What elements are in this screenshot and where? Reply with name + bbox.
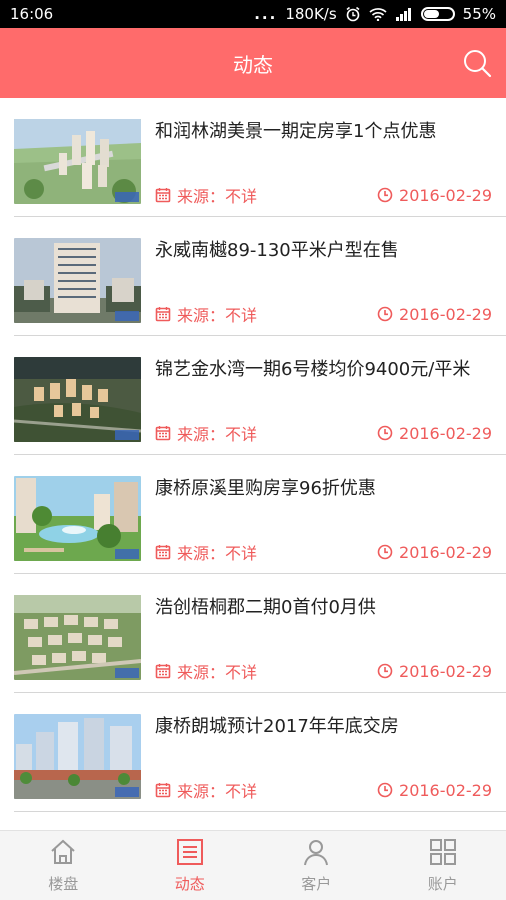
status-bar: 16:06 ... 180K/s 55% xyxy=(0,0,506,28)
clock-icon xyxy=(377,544,393,560)
news-source-text: 来源：不详 xyxy=(177,187,258,206)
news-item[interactable]: 康桥原溪里购房享96折优惠 来源：不详 2016-02-29 xyxy=(14,455,506,574)
news-date: 2016-02-29 xyxy=(377,660,492,682)
app-header: 动态 xyxy=(0,28,506,98)
tab-list[interactable]: 动态 xyxy=(127,831,254,900)
net-speed: 180K/s xyxy=(285,5,337,23)
tab-person[interactable]: 客户 xyxy=(253,831,380,900)
news-thumbnail xyxy=(14,595,141,680)
news-date-text: 2016-02-29 xyxy=(399,542,492,562)
status-right: ... 180K/s 55% xyxy=(254,5,496,23)
news-thumbnail xyxy=(14,238,141,323)
bottom-tab-bar: 楼盘 动态 客户 账户 xyxy=(0,830,506,900)
news-source-text: 来源：不详 xyxy=(177,306,258,325)
news-date: 2016-02-29 xyxy=(377,422,492,444)
news-title: 浩创梧桐郡二期0首付0月供 xyxy=(155,597,376,618)
news-source: 来源：不详 xyxy=(155,660,257,682)
tab-label: 动态 xyxy=(174,875,205,893)
calendar-icon xyxy=(155,307,171,322)
news-source-text: 来源：不详 xyxy=(177,782,258,801)
calendar-icon xyxy=(155,664,171,679)
grid-icon xyxy=(428,837,458,871)
news-list: 和润林湖美景一期定房享1个点优惠 来源：不详 2016-02-29 永威南樾89… xyxy=(0,98,506,830)
clock-icon xyxy=(377,663,393,679)
signal-dots: ... xyxy=(254,5,278,23)
search-icon[interactable] xyxy=(462,48,492,78)
news-title: 锦艺金水湾一期6号楼均价9400元/平米 xyxy=(155,359,471,380)
news-title: 和润林湖美景一期定房享1个点优惠 xyxy=(155,121,437,142)
alarm-icon xyxy=(346,6,360,22)
wifi-icon xyxy=(369,8,387,21)
news-date: 2016-02-29 xyxy=(377,184,492,206)
news-source: 来源：不详 xyxy=(155,422,257,444)
news-thumbnail xyxy=(14,714,141,799)
calendar-icon xyxy=(155,426,171,441)
list-icon xyxy=(175,837,205,871)
page-title: 动态 xyxy=(233,52,273,77)
tab-label: 客户 xyxy=(301,875,332,893)
house-icon xyxy=(48,837,78,871)
news-title: 永威南樾89-130平米户型在售 xyxy=(155,240,399,261)
tab-grid[interactable]: 账户 xyxy=(380,831,506,900)
news-source: 来源：不详 xyxy=(155,541,257,563)
news-date-text: 2016-02-29 xyxy=(399,304,492,324)
news-source: 来源：不详 xyxy=(155,303,257,325)
news-thumbnail xyxy=(14,476,141,561)
news-source-text: 来源：不详 xyxy=(177,425,258,444)
news-item[interactable]: 浩创梧桐郡二期0首付0月供 来源：不详 2016-02-29 xyxy=(14,574,506,693)
battery-percent: 55% xyxy=(462,5,496,23)
news-thumbnail xyxy=(14,119,141,204)
person-icon xyxy=(301,837,331,871)
tab-house[interactable]: 楼盘 xyxy=(0,831,127,900)
battery-icon xyxy=(420,7,455,21)
status-time: 16:06 xyxy=(10,5,54,23)
news-date: 2016-02-29 xyxy=(377,303,492,325)
news-item[interactable]: 锦艺金水湾一期6号楼均价9400元/平米 来源：不详 2016-02-29 xyxy=(14,336,506,455)
news-source-text: 来源：不详 xyxy=(177,663,258,682)
news-item[interactable]: 永威南樾89-130平米户型在售 来源：不详 2016-02-29 xyxy=(14,217,506,336)
news-title: 康桥朗城预计2017年年底交房 xyxy=(155,716,399,737)
clock-icon xyxy=(377,187,393,203)
calendar-icon xyxy=(155,545,171,560)
news-date-text: 2016-02-29 xyxy=(399,780,492,800)
clock-icon xyxy=(377,782,393,798)
news-date: 2016-02-29 xyxy=(377,541,492,563)
news-date-text: 2016-02-29 xyxy=(399,661,492,681)
news-date-text: 2016-02-29 xyxy=(399,423,492,443)
tab-label: 账户 xyxy=(427,875,458,893)
calendar-icon xyxy=(155,188,171,203)
news-item[interactable]: 和润林湖美景一期定房享1个点优惠 来源：不详 2016-02-29 xyxy=(14,98,506,217)
tab-label: 楼盘 xyxy=(48,875,79,893)
news-date-text: 2016-02-29 xyxy=(399,185,492,205)
news-title: 康桥原溪里购房享96折优惠 xyxy=(155,478,376,499)
news-source: 来源：不详 xyxy=(155,779,257,801)
news-source-text: 来源：不详 xyxy=(177,544,258,563)
news-item[interactable]: 康桥朗城预计2017年年底交房 来源：不详 2016-02-29 xyxy=(14,693,506,812)
calendar-icon xyxy=(155,783,171,798)
clock-icon xyxy=(377,306,393,322)
cell-signal-icon xyxy=(395,8,411,21)
news-thumbnail xyxy=(14,357,141,442)
clock-icon xyxy=(377,425,393,441)
news-date: 2016-02-29 xyxy=(377,779,492,801)
news-source: 来源：不详 xyxy=(155,184,257,206)
